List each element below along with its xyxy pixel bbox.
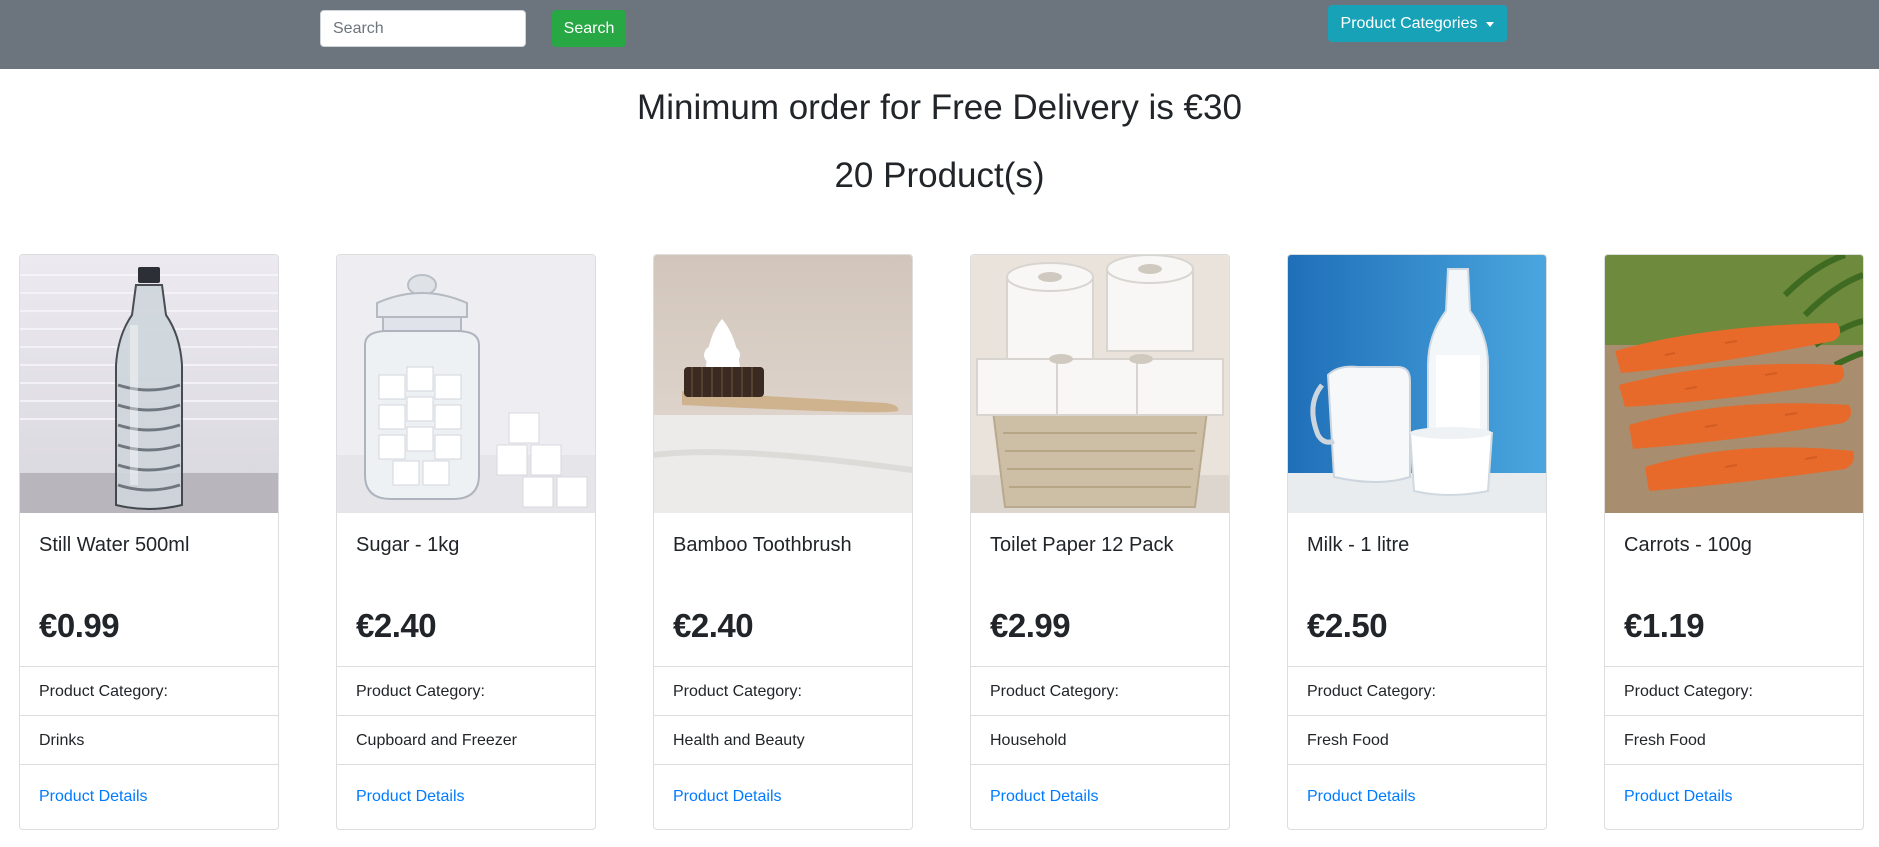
product-category-value: Cupboard and Freezer bbox=[337, 715, 595, 764]
product-image[interactable] bbox=[971, 255, 1229, 513]
product-image[interactable] bbox=[1605, 255, 1863, 513]
product-name: Bamboo Toothbrush bbox=[673, 534, 852, 556]
product-name: Sugar - 1kg bbox=[356, 534, 460, 556]
product-price: €2.99 bbox=[990, 607, 1071, 644]
product-image[interactable] bbox=[1288, 255, 1546, 513]
product-card: Toilet Paper 12 Pack €2.99 Product Categ… bbox=[970, 254, 1230, 830]
product-card: Still Water 500ml €0.99 Product Category… bbox=[19, 254, 279, 830]
product-price: €2.40 bbox=[673, 607, 754, 644]
product-image[interactable] bbox=[20, 255, 278, 513]
product-categories-dropdown[interactable]: Product Categories bbox=[1328, 5, 1507, 42]
product-price: €2.50 bbox=[1307, 607, 1388, 644]
product-category-value: Household bbox=[971, 715, 1229, 764]
caret-down-icon bbox=[1486, 21, 1495, 27]
product-details-link[interactable]: Product Details bbox=[990, 788, 1099, 805]
product-count: 20 Product(s) bbox=[834, 156, 1045, 195]
search-button[interactable]: Search bbox=[552, 10, 626, 47]
product-details-row: Product Details bbox=[1288, 764, 1546, 829]
product-details-row: Product Details bbox=[337, 764, 595, 829]
product-details-row: Product Details bbox=[654, 764, 912, 829]
product-category-value: Health and Beauty bbox=[654, 715, 912, 764]
product-price: €2.40 bbox=[356, 607, 437, 644]
product-name: Milk - 1 litre bbox=[1307, 534, 1410, 556]
product-category-label: Product Category: bbox=[971, 666, 1229, 715]
product-category-label: Product Category: bbox=[337, 666, 595, 715]
product-details-link[interactable]: Product Details bbox=[1624, 788, 1733, 805]
product-name: Still Water 500ml bbox=[39, 534, 190, 556]
product-category-value: Fresh Food bbox=[1288, 715, 1546, 764]
free-delivery-notice: Minimum order for Free Delivery is €30 bbox=[637, 88, 1242, 127]
search-input[interactable] bbox=[320, 10, 526, 47]
product-price: €1.19 bbox=[1624, 607, 1705, 644]
product-category-value: Drinks bbox=[20, 715, 278, 764]
product-details-row: Product Details bbox=[971, 764, 1229, 829]
product-category-label: Product Category: bbox=[654, 666, 912, 715]
product-details-link[interactable]: Product Details bbox=[1307, 788, 1416, 805]
product-image[interactable] bbox=[654, 255, 912, 513]
product-details-link[interactable]: Product Details bbox=[673, 788, 782, 805]
product-categories-label: Product Categories bbox=[1340, 14, 1478, 32]
product-category-label: Product Category: bbox=[1605, 666, 1863, 715]
top-navbar: Search Product Categories bbox=[0, 0, 1879, 69]
product-name: Carrots - 100g bbox=[1624, 534, 1752, 556]
product-card: Bamboo Toothbrush €2.40 Product Category… bbox=[653, 254, 913, 830]
product-details-link[interactable]: Product Details bbox=[39, 788, 148, 805]
product-price: €0.99 bbox=[39, 607, 120, 644]
product-card: Carrots - 100g €1.19 Product Category: F… bbox=[1604, 254, 1864, 830]
product-category-label: Product Category: bbox=[1288, 666, 1546, 715]
product-card: Sugar - 1kg €2.40 Product Category: Cupb… bbox=[336, 254, 596, 830]
product-details-link[interactable]: Product Details bbox=[356, 788, 465, 805]
product-image[interactable] bbox=[337, 255, 595, 513]
product-category-value: Fresh Food bbox=[1605, 715, 1863, 764]
product-card: Milk - 1 litre €2.50 Product Category: F… bbox=[1287, 254, 1547, 830]
product-name: Toilet Paper 12 Pack bbox=[990, 534, 1174, 556]
product-details-row: Product Details bbox=[20, 764, 278, 829]
product-category-label: Product Category: bbox=[20, 666, 278, 715]
product-details-row: Product Details bbox=[1605, 764, 1863, 829]
